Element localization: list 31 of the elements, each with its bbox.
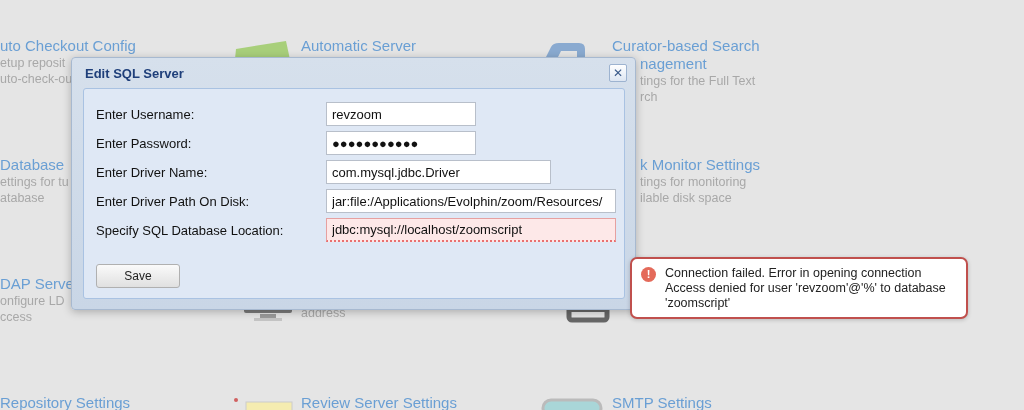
setting-description: rch xyxy=(639,89,658,105)
field-label: Specify SQL Database Location: xyxy=(96,222,285,238)
setting-description: etup reposit xyxy=(0,55,66,71)
device-icon xyxy=(541,396,605,410)
setting-description: tings for the Full Text xyxy=(639,73,756,89)
input-field[interactable]: ●●●●●●●●●●● xyxy=(326,131,476,155)
setting-description: tings for monitoring xyxy=(639,174,747,190)
field-label: Enter Driver Name: xyxy=(96,164,209,180)
input-field[interactable]: jar:file:/Applications/Evolphin/zoom/Resources/ xyxy=(326,189,616,213)
input-field[interactable]: revzoom xyxy=(326,102,476,126)
error-message: Connection failed. Error in opening connection Access denied for user 'revzoom'@'%' to database 'zoomscript' xyxy=(665,266,947,311)
close-button[interactable]: ✕ xyxy=(609,64,627,82)
setting-title-link[interactable]: Automatic Server xyxy=(301,37,417,55)
setting-description: uto-check-ou xyxy=(0,71,73,87)
setting-description: address xyxy=(301,305,346,321)
input-field[interactable]: jdbc:mysql://localhost/zoomscript xyxy=(326,218,616,242)
setting-title-link[interactable]: uto Checkout Config xyxy=(0,37,136,55)
input-field[interactable]: com.mysql.jdbc.Driver xyxy=(326,160,551,184)
field-label: Enter Password: xyxy=(96,135,193,151)
field-label: Enter Username: xyxy=(96,106,196,122)
setting-description: ilable disk space xyxy=(639,190,732,206)
setting-description: onfigure LD xyxy=(0,293,65,309)
setting-title-link[interactable]: Curator-based Search xyxy=(612,37,760,55)
setting-title-link[interactable]: Database xyxy=(0,156,65,174)
error-icon: ! xyxy=(641,267,656,282)
setting-description: atabase xyxy=(0,190,45,206)
setting-description: ccess xyxy=(0,309,32,325)
field-label: Enter Driver Path On Disk: xyxy=(96,193,251,209)
setting-description: ettings for tu xyxy=(0,174,69,190)
save-button[interactable]: Save xyxy=(96,264,180,288)
dialog-title: Edit SQL Server xyxy=(84,65,184,81)
